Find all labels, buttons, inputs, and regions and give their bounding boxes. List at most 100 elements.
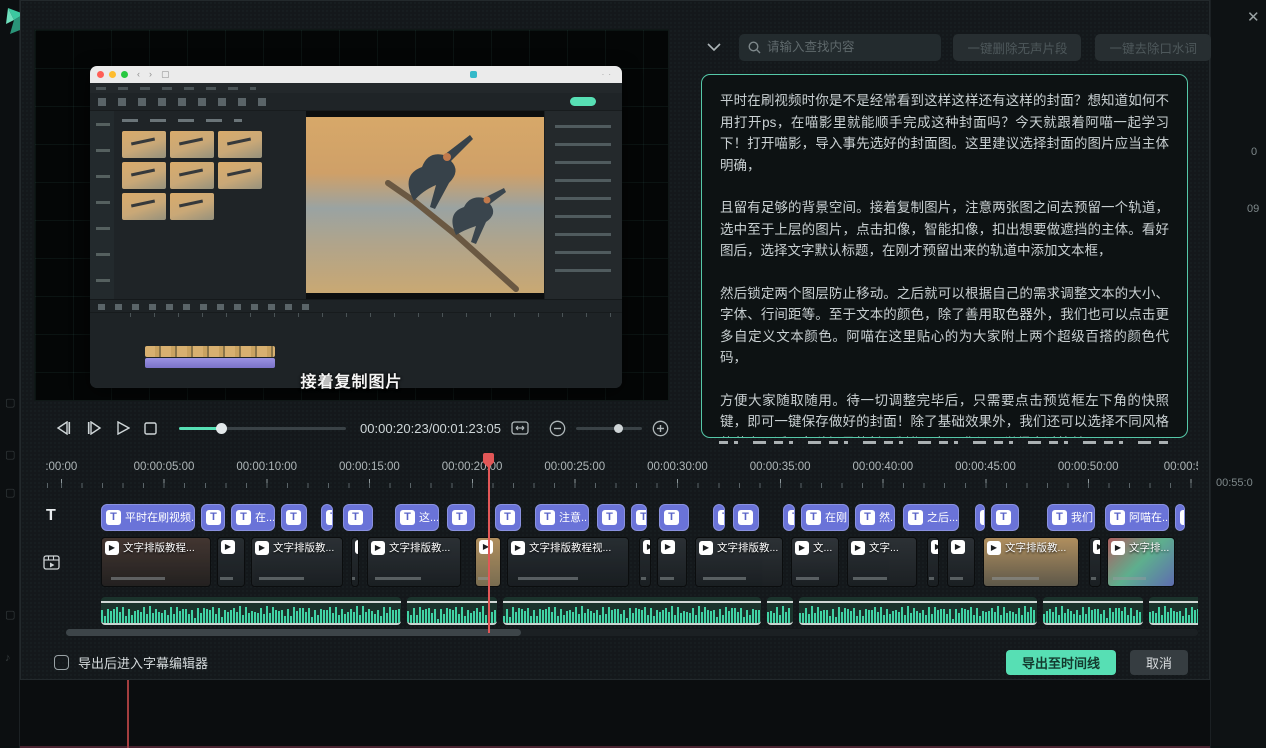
video-clip[interactable]: ▶	[947, 537, 975, 587]
ruler-timecode: 00:00:55:0	[1140, 461, 1198, 473]
playhead-line	[488, 466, 490, 633]
text-clip-badge-icon: T	[806, 510, 821, 525]
play-button[interactable]	[116, 421, 130, 435]
video-clip[interactable]: ▶ 文字排版教...	[983, 537, 1079, 587]
seek-slider[interactable]	[179, 427, 346, 430]
video-clip[interactable]: ▶	[657, 537, 687, 587]
inner-toolbar	[90, 93, 622, 111]
play-badge-icon: ▶	[987, 541, 1001, 555]
text-clip[interactable]: T	[783, 504, 795, 531]
video-clip[interactable]: ▶ 文字...	[847, 537, 917, 587]
search-icon	[748, 41, 761, 54]
audio-track	[66, 597, 1198, 625]
audio-clip[interactable]	[799, 597, 1037, 625]
video-clip[interactable]: ▶ 文字排版教程...	[101, 537, 211, 587]
video-clip-label: 文...	[813, 540, 832, 555]
text-clip[interactable]: T	[343, 504, 373, 531]
search-input[interactable]	[767, 40, 941, 54]
text-clip[interactable]: T 在刚...	[801, 504, 849, 531]
audio-clip[interactable]	[1149, 597, 1198, 625]
text-clip[interactable]: T 在...	[231, 504, 275, 531]
browser-toolbar-icons: ··	[602, 70, 615, 79]
text-clip[interactable]: T 之后...	[903, 504, 959, 531]
text-clip[interactable]: T	[447, 504, 475, 531]
volume-line[interactable]	[1043, 601, 1143, 603]
volume-line[interactable]	[503, 601, 761, 603]
horizontal-scrollbar[interactable]	[66, 629, 521, 636]
video-clip[interactable]: ▶	[217, 537, 245, 587]
play-badge-icon: ▶	[221, 540, 235, 554]
video-clip[interactable]: ▶ 文字排版教...	[695, 537, 783, 587]
text-clip[interactable]: T 然...	[855, 504, 895, 531]
open-subtitle-editor-checkbox[interactable]	[54, 655, 69, 670]
cancel-button[interactable]: 取消	[1130, 650, 1188, 675]
text-clip[interactable]: T	[281, 504, 307, 531]
zoom-in-button[interactable]	[652, 420, 669, 437]
close-icon[interactable]: ✕	[1247, 8, 1260, 26]
text-clip[interactable]: T 这...	[395, 504, 439, 531]
timeline-zoom-slider[interactable]	[576, 427, 642, 430]
fit-to-window-icon[interactable]	[511, 421, 529, 435]
text-clip-badge-icon: T	[860, 510, 875, 525]
video-clip[interactable]: ▶	[639, 537, 651, 587]
text-clip[interactable]: T	[1175, 504, 1185, 531]
export-to-timeline-button[interactable]: 导出至时间线	[1006, 650, 1116, 675]
remove-silence-button[interactable]: 一键删除无声片段	[953, 34, 1081, 61]
text-clip[interactable]: T 平时在刷视频...	[101, 504, 195, 531]
text-clip[interactable]: T 我们...	[1047, 504, 1095, 531]
text-clip[interactable]: T	[321, 504, 333, 531]
text-clip[interactable]: T	[201, 504, 225, 531]
play-badge-icon: ▶	[699, 541, 713, 555]
background-text-fragment: 0	[1251, 146, 1257, 158]
remove-filler-words-button[interactable]: 一键去除口水词	[1095, 34, 1211, 61]
play-badge-icon: ▶	[643, 540, 651, 554]
transcript-panel: 一键删除无声片段 一键去除口水词 平时在刷视频时你是不是经常看到这样这样还有这样…	[691, 19, 1211, 445]
inner-media-tabs	[122, 117, 300, 125]
video-clip[interactable]: ▶ 文字排版教...	[251, 537, 343, 587]
video-clip[interactable]: ▶	[927, 537, 939, 587]
video-clip[interactable]: ▶ 文...	[791, 537, 839, 587]
video-clip[interactable]: ▶ 文字排版教程视...	[507, 537, 629, 587]
audio-clip[interactable]	[101, 597, 401, 625]
next-frame-button[interactable]	[86, 421, 102, 435]
video-clip[interactable]: ▶ 文字排版教...	[367, 537, 461, 587]
video-track: ▶ 文字排版教程... ▶	[66, 537, 1198, 587]
audio-clip[interactable]	[503, 597, 761, 625]
background-app-bottom-strip	[20, 680, 1210, 748]
timeline-zoom-handle[interactable]	[614, 424, 623, 433]
text-clip[interactable]: T	[991, 504, 1019, 531]
text-clip-badge-icon: T	[452, 510, 467, 525]
text-clip[interactable]: T	[713, 504, 725, 531]
text-clip-label: 之后...	[927, 509, 958, 525]
text-clip[interactable]: T	[975, 504, 985, 531]
transcript-textbox[interactable]: 平时在刷视频时你是不是经常看到这样这样还有这样的封面？想知道如何不用打开ps，在…	[701, 74, 1188, 438]
audio-clip[interactable]	[1043, 597, 1143, 625]
stop-button[interactable]	[144, 422, 157, 435]
volume-line[interactable]	[767, 601, 793, 603]
volume-line[interactable]	[101, 601, 401, 603]
audio-clip[interactable]	[767, 597, 793, 625]
text-clip[interactable]: T	[495, 504, 521, 531]
text-clip-badge-icon: T	[236, 510, 251, 525]
playhead[interactable]	[483, 453, 494, 633]
volume-line[interactable]	[1149, 601, 1198, 603]
text-clip[interactable]: T	[631, 504, 647, 531]
video-clip[interactable]: ▶	[351, 537, 359, 587]
volume-line[interactable]	[799, 601, 1037, 603]
video-clip[interactable]: ▶	[1089, 537, 1101, 587]
text-clip-badge-icon: T	[980, 510, 985, 525]
timeline-ruler: :00:0000:00:05:0000:00:10:0000:00:15:000…	[34, 461, 1198, 473]
chevron-down-icon[interactable]	[707, 43, 721, 52]
text-clip[interactable]: T	[659, 504, 689, 531]
zoom-out-button[interactable]	[549, 420, 566, 437]
text-clip[interactable]: T 注意...	[535, 504, 589, 531]
text-clip[interactable]: T 阿喵在...	[1105, 504, 1169, 531]
text-clip[interactable]: T	[733, 504, 759, 531]
search-box[interactable]	[739, 34, 941, 61]
text-clip[interactable]: T	[597, 504, 625, 531]
seek-handle[interactable]	[216, 423, 227, 434]
play-badge-icon: ▶	[371, 541, 385, 555]
text-clip-label: 在...	[255, 509, 275, 525]
previous-frame-button[interactable]	[56, 421, 72, 435]
video-clip[interactable]: ▶ 文字排...	[1107, 537, 1175, 587]
